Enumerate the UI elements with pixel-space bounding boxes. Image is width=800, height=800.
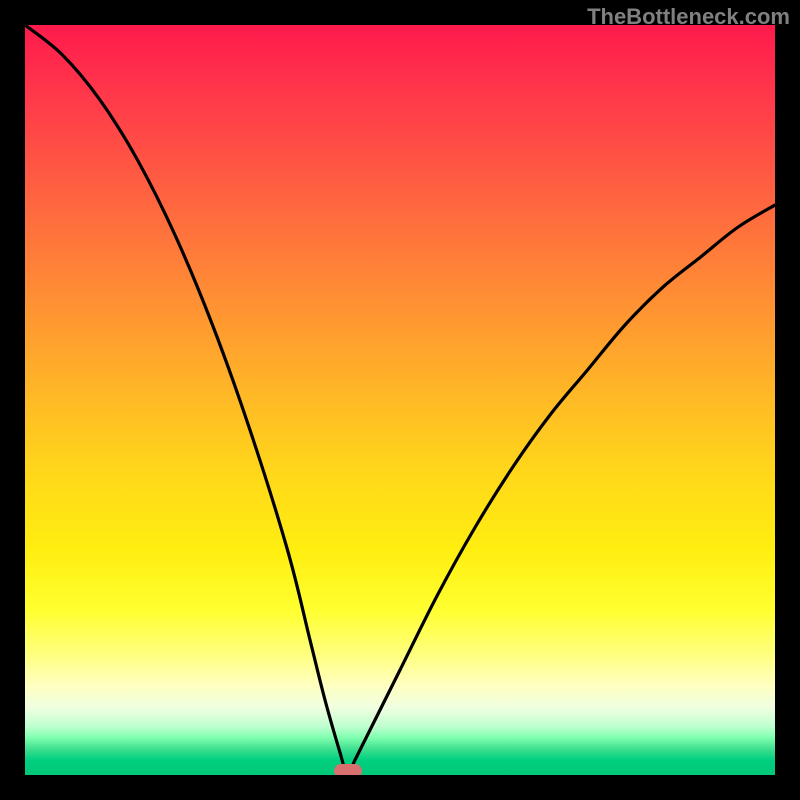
minimum-marker [334,764,362,775]
watermark-text: TheBottleneck.com [587,4,790,30]
plot-area [25,25,775,775]
bottleneck-curve [25,25,775,775]
curve-layer [25,25,775,775]
